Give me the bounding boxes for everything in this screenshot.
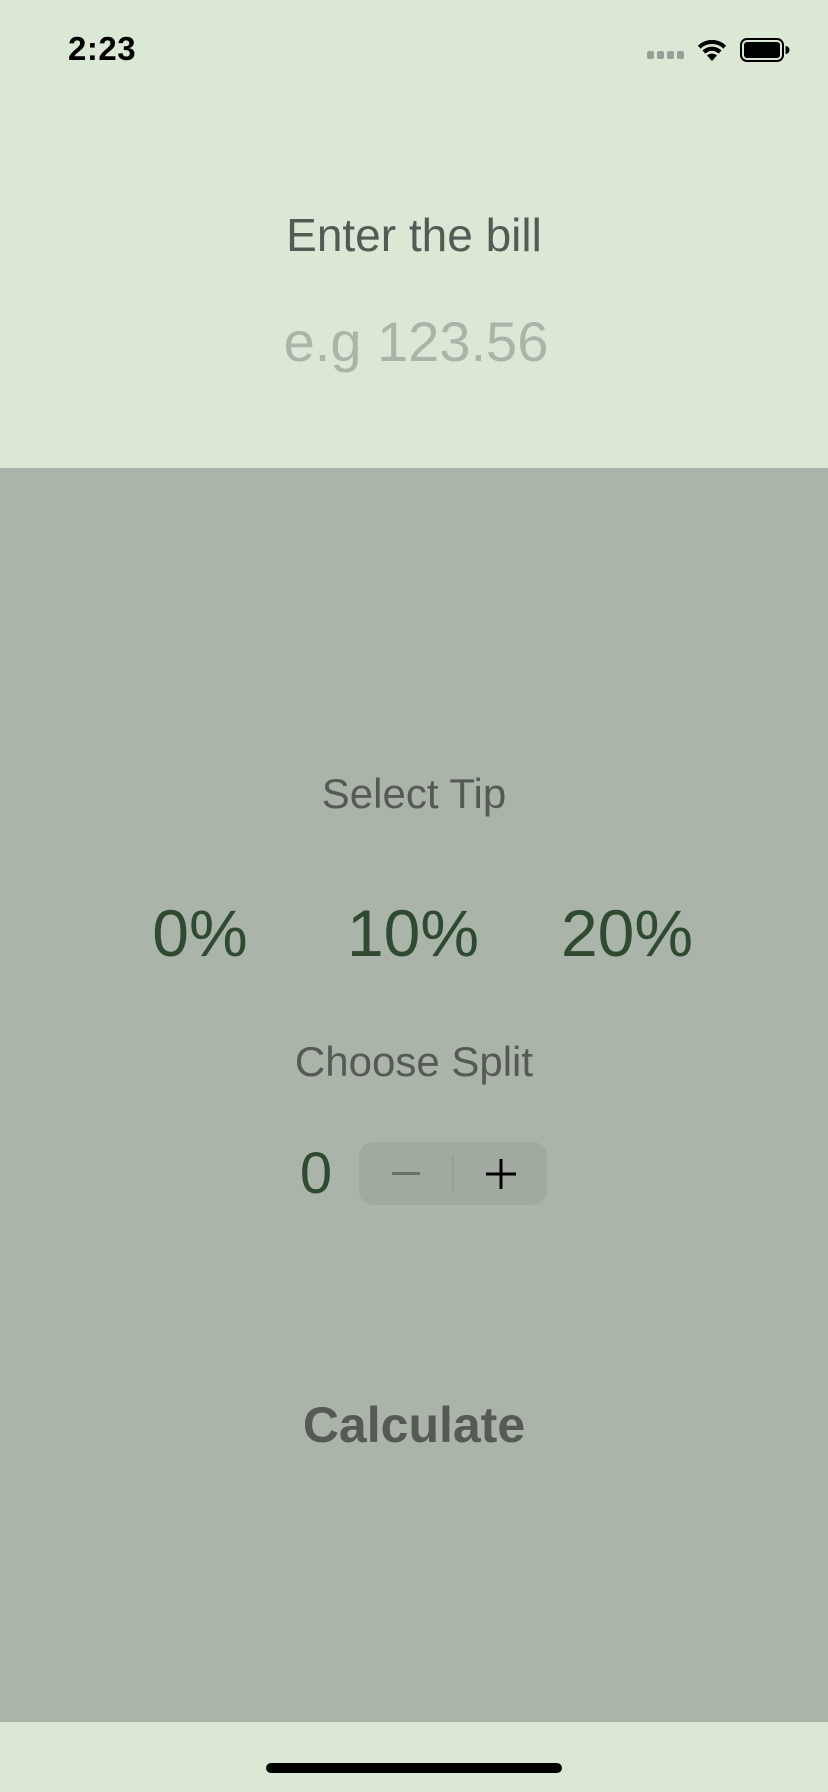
plus-icon bbox=[485, 1158, 516, 1189]
tip-section: Select Tip 0% 10% 20% Choose Split 0 Cal… bbox=[0, 468, 828, 1722]
increment-button[interactable] bbox=[454, 1142, 547, 1205]
status-time: 2:23 bbox=[68, 30, 137, 67]
select-tip-label: Select Tip bbox=[321, 770, 507, 817]
battery-icon bbox=[740, 38, 790, 62]
status-icons bbox=[647, 36, 790, 64]
home-indicator[interactable] bbox=[266, 1763, 562, 1773]
split-value: 0 bbox=[299, 1141, 333, 1206]
calculate-button[interactable]: Calculate bbox=[214, 1380, 614, 1470]
minus-icon bbox=[391, 1171, 420, 1175]
tip-0-button[interactable]: 0% bbox=[128, 888, 272, 978]
cellular-signal-icon bbox=[647, 51, 684, 59]
bill-amount-input[interactable] bbox=[164, 300, 668, 382]
decrement-button[interactable] bbox=[359, 1142, 452, 1205]
choose-split-label: Choose Split bbox=[294, 1038, 534, 1085]
bill-section: Enter the bill bbox=[0, 100, 828, 468]
split-stepper bbox=[359, 1142, 547, 1205]
wifi-icon bbox=[697, 39, 727, 61]
status-bar: 2:23 bbox=[0, 0, 828, 100]
tip-10-button[interactable]: 10% bbox=[331, 888, 495, 978]
bill-title: Enter the bill bbox=[286, 209, 542, 261]
tip-20-button[interactable]: 20% bbox=[548, 888, 706, 978]
